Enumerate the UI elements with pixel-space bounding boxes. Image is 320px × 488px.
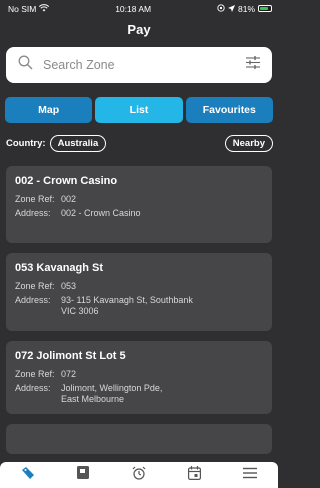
zone-ref-label: Zone Ref: <box>15 281 55 291</box>
zone-card[interactable]: 002 - Crown Casino Zone Ref: 002 Address… <box>6 166 272 243</box>
page-title-bar: Pay <box>0 17 278 41</box>
address-label: Address: <box>15 295 51 305</box>
zone-card[interactable]: 053 Kavanagh St Zone Ref: 053 Address: 9… <box>6 253 272 331</box>
status-left: No SIM <box>8 3 50 14</box>
status-bar: No SIM 10:18 AM 81% <box>0 0 278 17</box>
location-icon <box>227 4 235 14</box>
page-title: Pay <box>127 21 151 37</box>
address-value: 002 - Crown Casino <box>61 208 263 219</box>
country-filter: Country: Australia <box>6 135 107 152</box>
search-icon <box>18 55 33 75</box>
menu-icon <box>243 466 258 484</box>
tab-favourites[interactable]: Favourites <box>185 97 273 123</box>
sliders-icon[interactable] <box>246 56 260 74</box>
address-line-1: 93- 115 Kavanagh St, Southbank <box>61 295 193 305</box>
nav-reminders[interactable] <box>124 464 154 486</box>
pay-tag-icon <box>21 466 35 485</box>
bottom-nav <box>0 462 278 488</box>
battery-level-fill <box>260 7 268 10</box>
search-input[interactable] <box>43 58 246 72</box>
nav-parking[interactable] <box>68 464 98 486</box>
address-row: Address: Jolimont, Wellington Pde, East M… <box>15 383 263 405</box>
zone-ref-row: Zone Ref: 053 <box>15 281 263 292</box>
address-row: Address: 002 - Crown Casino <box>15 208 263 219</box>
address-value: 93- 115 Kavanagh St, Southbank VIC 3006 <box>61 295 263 317</box>
address-line-2: East Melbourne <box>61 394 125 404</box>
nav-menu[interactable] <box>235 464 265 486</box>
zone-list: 002 - Crown Casino Zone Ref: 002 Address… <box>0 153 278 454</box>
view-tabs: Map List Favourites <box>0 83 278 123</box>
tab-map[interactable]: Map <box>5 97 93 123</box>
zone-title: 072 Jolimont St Lot 5 <box>15 350 126 362</box>
zone-ref-row: Zone Ref: 072 <box>15 369 263 380</box>
search-section <box>0 41 278 83</box>
zone-ref-label: Zone Ref: <box>15 194 55 204</box>
zone-card-partial[interactable] <box>6 424 272 454</box>
zone-ref-value: 072 <box>61 369 77 379</box>
calendar-icon <box>188 465 202 485</box>
address-line-1: 002 - Crown Casino <box>61 208 141 218</box>
tab-list[interactable]: List <box>95 97 183 123</box>
nav-pay[interactable] <box>13 464 43 486</box>
nav-calendar[interactable] <box>180 464 210 486</box>
address-label: Address: <box>15 383 51 393</box>
address-line-1: Jolimont, Wellington Pde, <box>61 383 163 393</box>
address-value: Jolimont, Wellington Pde, East Melbourne <box>61 383 263 405</box>
address-row: Address: 93- 115 Kavanagh St, Southbank V… <box>15 295 263 317</box>
clock-time: 10:18 AM <box>115 3 152 14</box>
alarm-clock-icon <box>132 466 146 485</box>
search-box[interactable] <box>6 47 272 83</box>
status-right: 81% <box>217 4 272 14</box>
zone-ref-value: 053 <box>61 281 77 291</box>
country-label: Country: <box>6 138 46 149</box>
zone-title: 002 - Crown Casino <box>15 175 118 187</box>
zone-ref-value: 002 <box>61 194 77 204</box>
battery-icon <box>258 5 272 12</box>
carrier-label: No SIM <box>8 3 37 14</box>
country-select-button[interactable]: Australia <box>49 135 107 152</box>
zone-ref-row: Zone Ref: 002 <box>15 194 263 205</box>
zone-title: 053 Kavanagh St <box>15 262 104 274</box>
parking-icon <box>77 466 90 484</box>
zone-ref-label: Zone Ref: <box>15 369 55 379</box>
address-line-2: VIC 3006 <box>61 306 99 316</box>
nearby-button[interactable]: Nearby <box>224 135 273 152</box>
battery-percent: 81% <box>237 3 255 14</box>
address-label: Address: <box>15 208 51 218</box>
zone-card[interactable]: 072 Jolimont St Lot 5 Zone Ref: 072 Addr… <box>6 341 272 414</box>
filter-row: Country: Australia Nearby <box>0 123 278 153</box>
wifi-icon <box>39 3 50 14</box>
rotation-lock-icon <box>217 3 225 14</box>
